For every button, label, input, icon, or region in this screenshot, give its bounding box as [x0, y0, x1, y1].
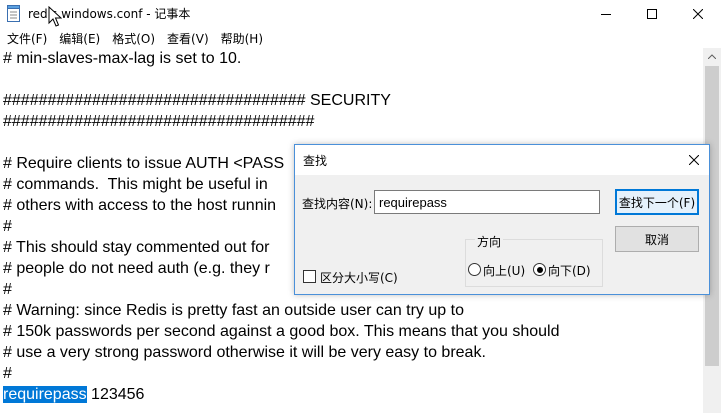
- find-dialog: 查找 查找内容(N): 查找下一个(F) 取消 方向 向上(U) 向下(D) 区…: [294, 144, 710, 295]
- menu-format[interactable]: 格式(O): [112, 28, 155, 48]
- find-what-input[interactable]: [374, 190, 600, 214]
- editor-line: #: [3, 365, 12, 382]
- close-button[interactable]: [675, 0, 721, 28]
- editor-line: # others with access to the host runnin: [3, 197, 277, 214]
- find-what-label: 查找内容(N):: [302, 197, 373, 211]
- minimize-button[interactable]: [583, 0, 629, 28]
- maximize-button[interactable]: [629, 0, 675, 28]
- notepad-icon: [7, 5, 20, 22]
- minimize-icon: [601, 14, 611, 15]
- match-case-label: 区分大小写(C): [320, 271, 398, 285]
- direction-up-label: 向上(U): [483, 264, 526, 278]
- mouse-cursor-icon: [48, 6, 62, 27]
- editor-line: # Require clients to issue AUTH <PASS: [3, 155, 285, 172]
- find-dialog-titlebar[interactable]: 查找: [295, 145, 709, 175]
- editor-line: # people do not need auth (e.g. they r: [3, 260, 270, 277]
- direction-up-radio[interactable]: [468, 263, 481, 276]
- editor-line: # This should stay commented out for: [3, 239, 270, 256]
- menu-view[interactable]: 查看(V): [167, 28, 209, 48]
- editor-line: # Warning: since Redis is pretty fast an…: [3, 302, 464, 319]
- menu-file[interactable]: 文件(F): [7, 28, 47, 48]
- find-next-button[interactable]: 查找下一个(F): [615, 189, 699, 215]
- close-icon: [689, 155, 699, 165]
- direction-down-label: 向下(D): [548, 264, 591, 278]
- editor-line: # min-slaves-max-lag is set to 10.: [3, 50, 242, 67]
- direction-label: 方向: [475, 233, 504, 250]
- match-case-checkbox[interactable]: [303, 270, 316, 283]
- chevron-up-icon: [708, 54, 716, 59]
- editor-line: # 150k passwords per second against a go…: [3, 323, 560, 340]
- editor-line-rest: 123456: [86, 386, 145, 403]
- find-dialog-close-button[interactable]: [679, 145, 709, 175]
- editor-line: ################################## SECUR…: [3, 92, 391, 109]
- cancel-button[interactable]: 取消: [615, 226, 699, 252]
- menu-edit[interactable]: 编辑(E): [59, 28, 100, 48]
- direction-down-radio[interactable]: [533, 263, 546, 276]
- find-dialog-title: 查找: [303, 154, 328, 168]
- editor-line: # use a very strong password otherwise i…: [3, 344, 486, 361]
- menu-help[interactable]: 帮助(H): [221, 28, 263, 48]
- editor-line: #: [3, 218, 12, 235]
- menu-bar: 文件(F) 编辑(E) 格式(O) 查看(V) 帮助(H): [0, 28, 721, 48]
- editor-line: #: [3, 281, 12, 298]
- maximize-icon: [647, 9, 657, 19]
- selected-text[interactable]: requirepass: [3, 386, 87, 403]
- editor-line: # commands. This might be useful in: [3, 176, 268, 193]
- editor-line: ###################################: [3, 113, 315, 130]
- window-titlebar[interactable]: redis.windows.conf - 记事本: [0, 0, 721, 28]
- close-icon: [693, 9, 703, 19]
- scroll-up-button[interactable]: [703, 48, 721, 65]
- editor-line-last: requirepass 123456: [3, 384, 144, 405]
